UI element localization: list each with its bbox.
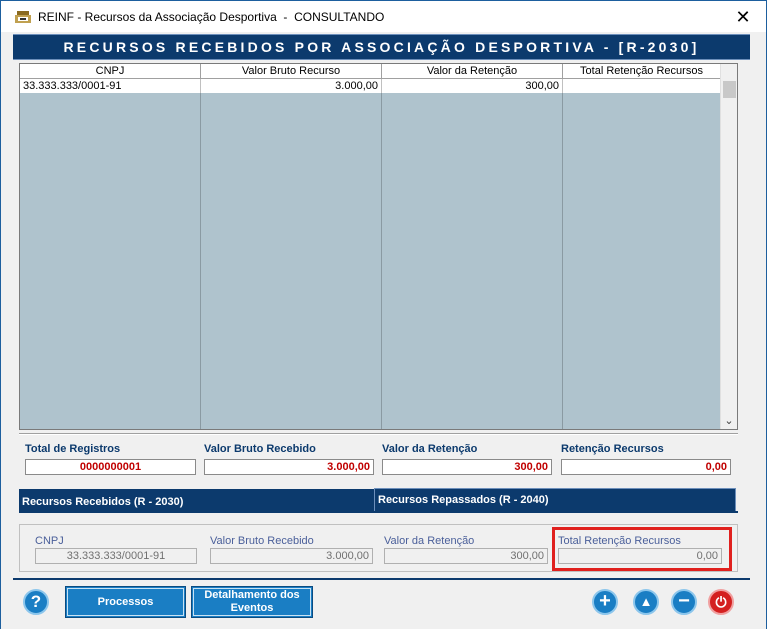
help-button[interactable]: ? (23, 589, 49, 615)
footer-divider (13, 578, 750, 580)
scroll-down-icon[interactable]: ⌄ (721, 413, 737, 429)
highlight-box (552, 527, 732, 571)
grid-divider (562, 79, 563, 429)
power-button[interactable]: ⏻ (708, 589, 734, 615)
grid-header-cnpj[interactable]: CNPJ (20, 64, 201, 79)
detail-valor-retencao-label: Valor da Retenção (384, 535, 475, 547)
page-title: RECURSOS RECEBIDOS POR ASSOCIAÇÃO DESPOR… (13, 34, 750, 60)
total-valor-bruto-value: 3.000,00 (204, 459, 374, 475)
grid-cell-total-retencao[interactable] (563, 79, 721, 93)
total-registros-value: 0000000001 (25, 459, 196, 475)
grid-scrollbar[interactable]: ⌄ (720, 64, 737, 429)
totals-divider (19, 433, 738, 435)
close-icon[interactable]: ✕ (720, 1, 766, 33)
grid-cell-valor-retencao[interactable]: 300,00 (382, 79, 563, 93)
total-registros-label: Total de Registros (25, 443, 121, 455)
grid-cell-valor-bruto[interactable]: 3.000,00 (201, 79, 382, 93)
app-icon (15, 11, 31, 23)
grid-header-valor-bruto[interactable]: Valor Bruto Recurso (201, 64, 382, 79)
scroll-up-icon[interactable] (721, 64, 737, 80)
tab-recursos-repassados[interactable]: Recursos Repassados (R - 2040) (374, 488, 736, 511)
grid-divider (200, 79, 201, 429)
detail-valor-bruto-label: Valor Bruto Recebido (210, 535, 314, 547)
detail-cnpj-label: CNPJ (35, 535, 64, 547)
grid-header-valor-retencao[interactable]: Valor da Retenção (382, 64, 563, 79)
detalhamento-eventos-button[interactable]: Detalhamento dos Eventos (191, 586, 313, 618)
grid-cell-cnpj[interactable]: 33.333.333/0001-91 (20, 79, 201, 93)
total-valor-retencao-label: Valor da Retenção (382, 443, 478, 455)
total-valor-retencao-value: 300,00 (382, 459, 552, 475)
title-bar: REINF - Recursos da Associação Desportiv… (0, 0, 767, 32)
window-title: REINF - Recursos da Associação Desportiv… (38, 10, 385, 24)
total-retencao-recursos-label: Retenção Recursos (561, 443, 664, 455)
up-button[interactable]: ▲ (633, 589, 659, 615)
add-button[interactable]: + (592, 589, 618, 615)
grid-divider (381, 79, 382, 429)
records-grid[interactable]: CNPJ Valor Bruto Recurso Valor da Retenç… (19, 63, 738, 430)
scroll-thumb[interactable] (723, 81, 736, 98)
total-valor-bruto-label: Valor Bruto Recebido (204, 443, 316, 455)
tab-underline (19, 511, 738, 513)
detail-cnpj-field[interactable]: 33.333.333/0001-91 (35, 548, 197, 564)
total-retencao-recursos-value: 0,00 (561, 459, 731, 475)
processos-button[interactable]: Processos (65, 586, 186, 618)
detail-valor-retencao-field[interactable]: 300,00 (384, 548, 548, 564)
remove-button[interactable]: − (671, 589, 697, 615)
detail-valor-bruto-field[interactable]: 3.000,00 (210, 548, 373, 564)
grid-header-total-retencao[interactable]: Total Retenção Recursos (563, 64, 721, 79)
tab-recursos-recebidos[interactable]: Recursos Recebidos (R - 2030) (19, 489, 375, 512)
